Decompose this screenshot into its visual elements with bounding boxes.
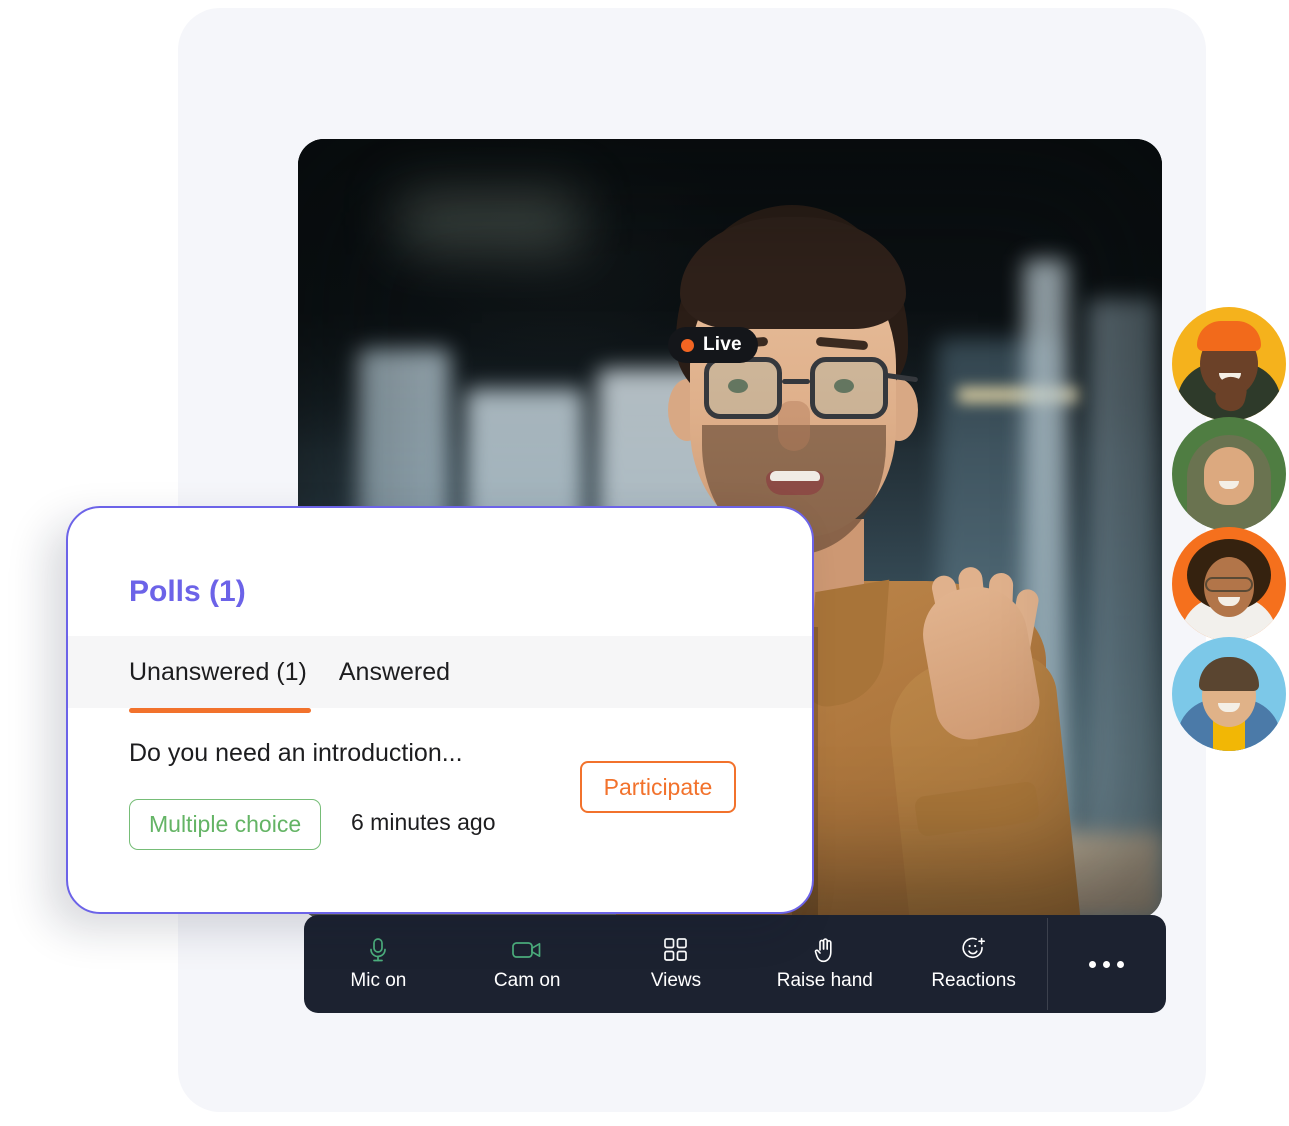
- grid-views-icon: [664, 937, 688, 963]
- camera-icon: [512, 937, 542, 963]
- avatar[interactable]: [1172, 527, 1286, 641]
- avatar-hair: [1199, 657, 1259, 691]
- toolbar-button-cam[interactable]: Cam on: [453, 915, 602, 1013]
- live-label: Live: [703, 334, 742, 355]
- polls-panel-title: Polls (1): [129, 575, 246, 608]
- polls-tab-bar: Unanswered (1) Answered: [68, 636, 812, 708]
- avatar[interactable]: [1172, 417, 1286, 531]
- polls-panel: Polls (1) Unanswered (1) Answered Do you…: [66, 506, 814, 914]
- more-dot: [1089, 960, 1097, 968]
- more-dot: [1117, 960, 1125, 968]
- live-status-badge: Live: [668, 327, 758, 363]
- poll-question-text: Do you need an introduction...: [129, 739, 463, 767]
- toolbar-button-raise-hand[interactable]: Raise hand: [750, 915, 899, 1013]
- participate-button[interactable]: Participate: [580, 761, 736, 813]
- active-tab-underline: [129, 708, 311, 713]
- avatar-beanie: [1197, 321, 1261, 351]
- toolbar-label-reactions: Reactions: [931, 969, 1016, 991]
- toolbar-button-mic[interactable]: Mic on: [304, 915, 453, 1013]
- toolbar-button-reactions[interactable]: Reactions: [899, 915, 1048, 1013]
- toolbar-button-views[interactable]: Views: [602, 915, 751, 1013]
- avatar[interactable]: [1172, 637, 1286, 751]
- more-options-icon[interactable]: [1048, 915, 1166, 1013]
- toolbar-label-raise-hand: Raise hand: [776, 969, 873, 991]
- tab-unanswered[interactable]: Unanswered (1): [129, 658, 307, 687]
- reactions-icon: [961, 937, 987, 963]
- avatar-glasses-icon: [1205, 577, 1253, 592]
- screenshot-root: Live Mic on Cam on Views Raise hand Reac…: [0, 0, 1289, 1126]
- toolbar-label-cam: Cam on: [493, 969, 561, 991]
- avatar-head: [1204, 447, 1254, 505]
- meeting-controls-toolbar: Mic on Cam on Views Raise hand Reactions: [304, 915, 1166, 1013]
- live-indicator-dot: [681, 338, 694, 352]
- toolbar-label-mic: Mic on: [350, 969, 407, 991]
- toolbar-label-views: Views: [650, 969, 702, 991]
- raise-hand-icon: [813, 937, 837, 963]
- poll-type-badge: Multiple choice: [129, 799, 322, 850]
- avatar[interactable]: [1172, 307, 1286, 421]
- poll-timestamp: 6 minutes ago: [351, 809, 496, 835]
- tab-answered[interactable]: Answered: [339, 658, 450, 687]
- more-dot: [1103, 960, 1111, 968]
- microphone-icon: [367, 937, 389, 963]
